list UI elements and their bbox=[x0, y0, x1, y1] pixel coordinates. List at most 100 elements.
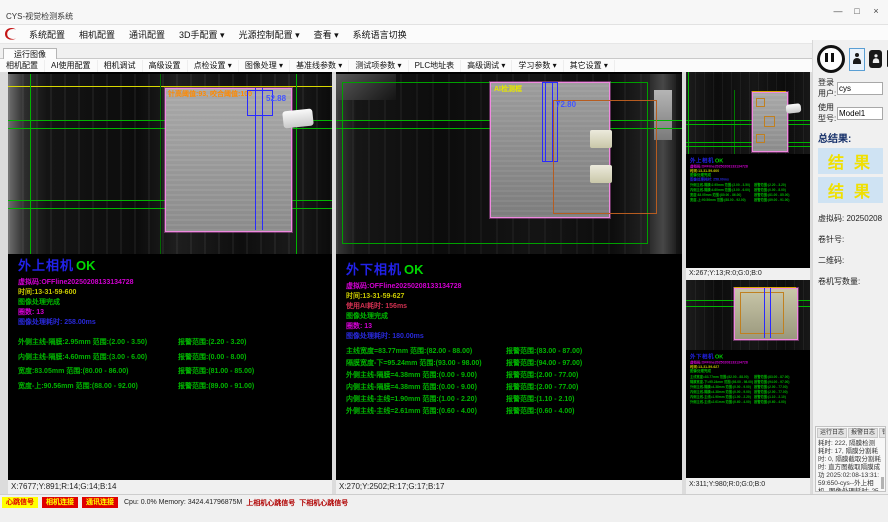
camera-thumb-image-bottom[interactable] bbox=[686, 280, 810, 350]
measure-row: 内侧主线-主线=1.90mm 范围:(1.00 - 2.20)报警范围:(1.1… bbox=[346, 394, 678, 406]
login-user-input[interactable] bbox=[837, 82, 883, 95]
tool-plc-address[interactable]: PLC地址表 bbox=[409, 60, 462, 72]
pixel-coords-mid: X:270;Y:2502;R:17;G:17;B:17 bbox=[336, 480, 682, 494]
measure-value: 外侧主线-隔膜:2.95mm 范围:(2.00 - 3.50) bbox=[18, 339, 147, 346]
threshold-overlay-label: 针高阈值:93, 咬合阈值:100 bbox=[168, 89, 252, 99]
log-scrollbar[interactable] bbox=[881, 477, 884, 489]
menu-item-light-control[interactable]: 光源控制配置 ▾ bbox=[232, 28, 307, 41]
overlay-yellow-line bbox=[734, 287, 796, 288]
connector-tab bbox=[786, 103, 802, 114]
alarm-range: 报警范围:(2.20 - 3.20) bbox=[178, 337, 246, 347]
time-line: 时间:13-31-59-600 bbox=[18, 288, 134, 298]
camera-title: 外上相机OK bbox=[18, 258, 134, 273]
title-bar: CYS-视觉检测系统 — □ × bbox=[0, 0, 888, 25]
maximize-icon[interactable]: □ bbox=[849, 4, 865, 18]
measure-value: 主线宽度=83.77mm 范围:(82.00 - 88.00) bbox=[346, 348, 472, 355]
log-tabs: 运行日志 报警日志 错误日志 bbox=[816, 427, 885, 439]
log-tab-error[interactable]: 错误日志 bbox=[879, 428, 886, 438]
tool-camera-debug[interactable]: 相机调试 bbox=[98, 60, 143, 72]
tool-ai-config[interactable]: AI使用配置 bbox=[45, 60, 98, 72]
comm-connect-badge: 通讯连接 bbox=[82, 497, 118, 508]
measure-row: 外侧主线-主线=2.61mm 范围:(0.60 - 4.00)报警范围:(0.6… bbox=[690, 399, 810, 404]
log-text: 耗时: 222, 隔膜检测耗时: 17, 隔膜分割耗时: 0, 隔膜截取分割耗时… bbox=[816, 439, 885, 492]
model-input[interactable] bbox=[837, 107, 883, 120]
camera-name: 外上相机 bbox=[690, 158, 714, 164]
measure-rows: 外侧主线-隔膜:2.95mm 范围:(2.00 - 3.50) 报警范围:(2.2… bbox=[18, 337, 328, 395]
app-window: CYS-视觉检测系统 — □ × 系统配置 相机配置 通讯配置 3D手配置 ▾ … bbox=[0, 0, 888, 522]
menu-item-system-config[interactable]: 系统配置 bbox=[22, 28, 72, 41]
alarm-range: 报警范围:(2.00 - 77.00) bbox=[506, 382, 578, 392]
heartbeat-badge: 心跳信号 bbox=[2, 497, 38, 508]
menu-item-view[interactable]: 查看 ▾ bbox=[307, 28, 346, 41]
barcode-line: 虚拟码:OFFline20250208133134728 bbox=[18, 278, 134, 288]
pause-icon bbox=[825, 53, 828, 62]
camera-title: 外下相机OK bbox=[346, 262, 462, 277]
log-tab-run[interactable]: 运行日志 bbox=[817, 428, 847, 438]
menu-item-3d-hand-config[interactable]: 3D手配置 ▾ bbox=[172, 28, 232, 41]
measure-value: 外侧主线-隔膜=4.38mm 范围:(0.00 - 9.00) bbox=[346, 372, 477, 379]
menu-bar: 系统配置 相机配置 通讯配置 3D手配置 ▾ 光源控制配置 ▾ 查看 ▾ 系统语… bbox=[0, 25, 888, 44]
measure-line bbox=[764, 288, 765, 338]
camera-image-outer-lower[interactable]: AI检测框 72.80 bbox=[336, 74, 682, 254]
ai-orange-box bbox=[740, 292, 784, 334]
overlay-vline bbox=[30, 74, 31, 254]
status-ok: OK bbox=[404, 262, 424, 277]
alarm-range: 报警范围:(1.10 - 2.10) bbox=[506, 394, 574, 404]
menu-item-comm-config[interactable]: 通讯配置 bbox=[122, 28, 172, 41]
ai-orange-box bbox=[756, 98, 765, 107]
control-sidebar: → 登录用户: 使用型号: 总结果: 结 果 结 果 虚拟码: 20250208… bbox=[812, 40, 888, 494]
menu-item-camera-config[interactable]: 相机配置 bbox=[72, 28, 122, 41]
overlay-hline bbox=[686, 120, 810, 121]
measure-value: 外侧主线-主线=2.61mm 范围:(0.60 - 4.00) bbox=[346, 408, 477, 415]
pause-button[interactable] bbox=[817, 45, 845, 73]
minimize-icon[interactable]: — bbox=[830, 4, 846, 18]
measure-value: 隔膜宽度-下=95.24mm 范围:(93.00 - 98.00) bbox=[346, 360, 482, 367]
tool-camera-config[interactable]: 相机配置 bbox=[0, 60, 45, 72]
user-login-button[interactable] bbox=[849, 48, 865, 71]
model-label: 使用型号: bbox=[818, 102, 837, 124]
app-logo-icon bbox=[3, 26, 19, 42]
overlay-yellow-line bbox=[8, 86, 332, 87]
toolbar: 相机配置 AI使用配置 相机调试 高级设置 点检设置 ▾ 图像处理 ▾ 基准线参… bbox=[0, 59, 812, 73]
log-tab-alarm[interactable]: 报警日志 bbox=[848, 428, 878, 438]
overlay-vline bbox=[160, 74, 161, 254]
camera-connect-badge: 相机连接 bbox=[42, 497, 78, 508]
measure-row: 隔膜宽度-下=95.24mm 范围:(93.00 - 98.00)报警范围:(9… bbox=[346, 358, 678, 370]
status-ok: OK bbox=[715, 158, 723, 164]
measure-line bbox=[770, 288, 771, 338]
tool-other-settings[interactable]: 其它设置 ▾ bbox=[564, 60, 615, 72]
ai-time-line: 使用AI耗时: 156ms bbox=[346, 302, 462, 312]
camera-thumb-image-top[interactable] bbox=[686, 72, 810, 154]
camera-thumb-bottom: 外下相机OK 虚拟码:OFFline20250208133134728 时间:1… bbox=[686, 280, 810, 478]
person-icon bbox=[872, 54, 880, 64]
user-switch-button[interactable] bbox=[869, 50, 882, 68]
tool-test-params[interactable]: 测试项参数 ▾ bbox=[349, 60, 408, 72]
total-result-label: 总结果: bbox=[818, 130, 883, 145]
overlay-hline bbox=[686, 146, 810, 147]
measure-value-label: 52.88 bbox=[266, 94, 286, 103]
tool-advanced-debug[interactable]: 高级调试 ▾ bbox=[461, 60, 512, 72]
tool-spot-check[interactable]: 点检设置 ▾ bbox=[188, 60, 239, 72]
ai-orange-box bbox=[756, 134, 765, 143]
camera-image-outer-upper[interactable]: 针高阈值:93, 咬合阈值:100 52.88 bbox=[8, 74, 332, 254]
virtual-code-label: 虚拟码: 20250208 bbox=[818, 213, 883, 224]
menu-item-language-switch[interactable]: 系统语言切换 bbox=[346, 28, 414, 41]
winding-pin-label: 卷针号: bbox=[818, 234, 883, 245]
thumb-result-text: 外下相机OK 虚拟码:OFFline20250208133134728 时间:1… bbox=[690, 354, 810, 404]
tool-image-processing[interactable]: 图像处理 ▾ bbox=[239, 60, 290, 72]
alarm-range: 报警范围:(81.00 - 85.00) bbox=[178, 366, 254, 376]
tool-baseline-params[interactable]: 基准线参数 ▾ bbox=[290, 60, 349, 72]
close-icon[interactable]: × bbox=[868, 4, 884, 18]
done-line: 图像处理完成 bbox=[346, 312, 462, 322]
alarm-range: 报警范围:(0.60 - 4.00) bbox=[506, 406, 574, 416]
overlay-yellow-line bbox=[752, 91, 786, 92]
measure-row: 外侧主线-主线=2.61mm 范围:(0.60 - 4.00) 报警范围:(0.6… bbox=[346, 406, 678, 418]
elapsed-line: 图像处理耗时: 180.00ms bbox=[346, 332, 462, 342]
camera-title: 外下相机OK bbox=[690, 354, 810, 360]
status-row: 心跳信号 相机连接 通讯连接 Cpu: 0.0% Memory: 3424.41… bbox=[0, 495, 888, 508]
alarm-range: 报警范围:(0.00 - 8.00) bbox=[178, 352, 246, 362]
overlay-hline bbox=[686, 124, 810, 125]
tool-learn-params[interactable]: 学习参数 ▾ bbox=[512, 60, 563, 72]
log-panel: 运行日志 报警日志 错误日志 耗时: 222, 隔膜检测耗时: 17, 隔膜分割… bbox=[815, 426, 886, 492]
tool-advanced-settings[interactable]: 高级设置 bbox=[143, 60, 188, 72]
